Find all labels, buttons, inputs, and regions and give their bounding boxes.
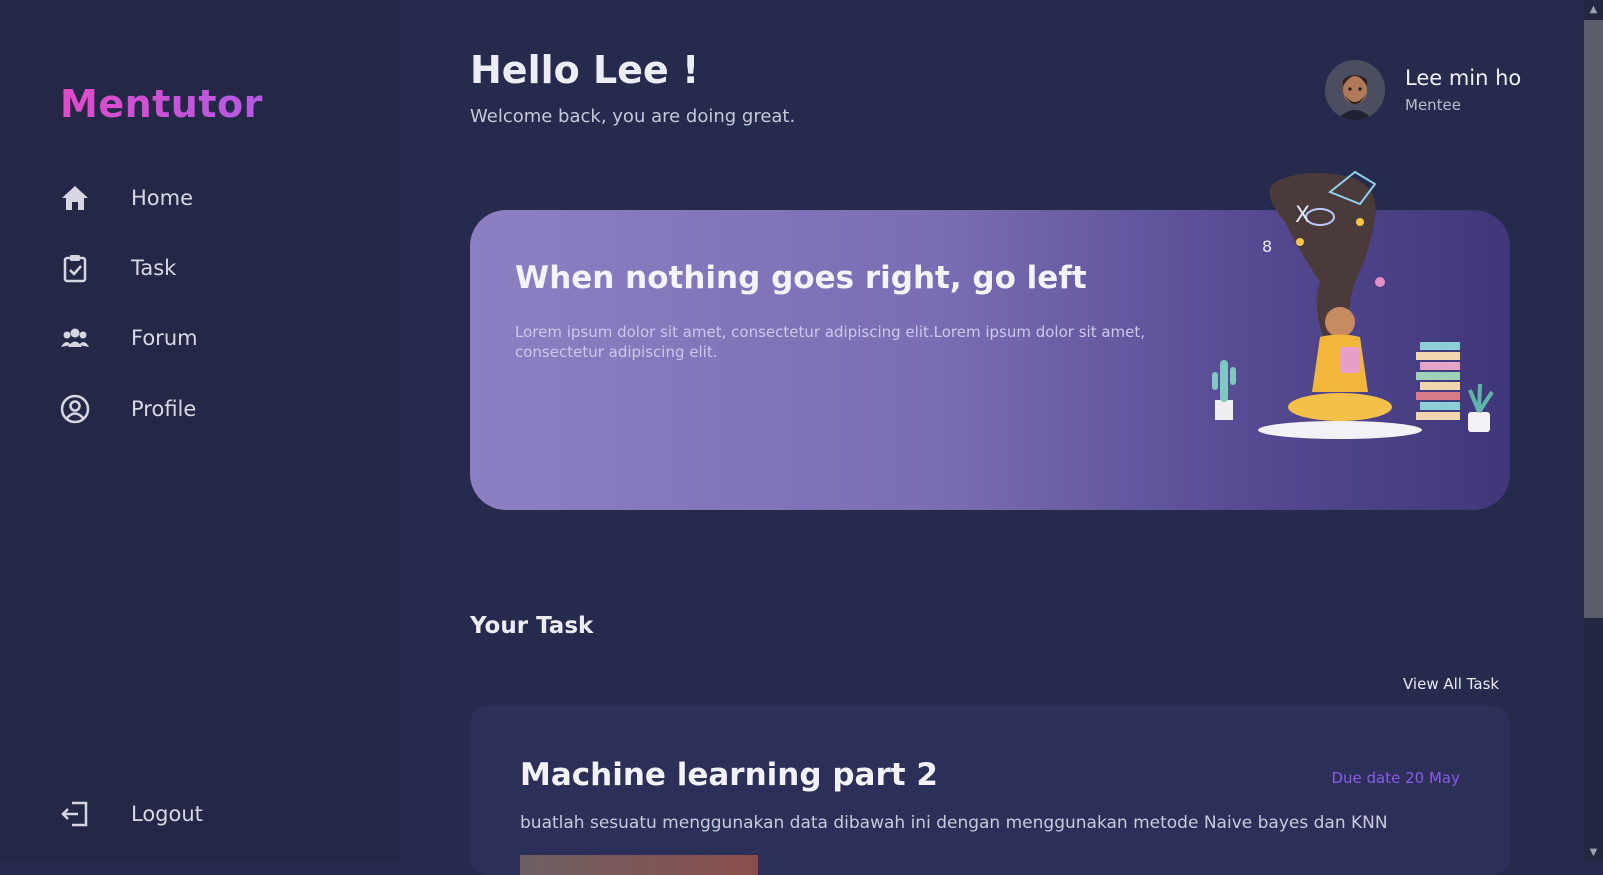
banner-title: When nothing goes right, go left — [515, 260, 1087, 296]
motivation-banner: When nothing goes right, go left Lorem i… — [470, 170, 1510, 510]
sidebar-item-task[interactable]: Task — [60, 250, 360, 286]
main-content: Hello Lee ! Welcome back, you are doing … — [400, 0, 1584, 875]
sidebar-item-label: Profile — [131, 397, 197, 421]
logout-icon — [60, 799, 90, 829]
users-icon — [60, 323, 90, 353]
user-profile[interactable]: Lee min ho Mentee — [1325, 60, 1525, 120]
sidebar-item-home[interactable]: Home — [60, 180, 360, 216]
user-role: Mentee — [1405, 96, 1462, 114]
sidebar-item-label: Forum — [131, 326, 198, 350]
sidebar-item-label: Task — [131, 256, 177, 280]
task-card[interactable]: Machine learning part 2 Due date 20 May … — [470, 705, 1510, 875]
scrollbar-thumb[interactable] — [1584, 20, 1603, 618]
task-due-date: Due date 20 May — [1331, 769, 1460, 787]
sidebar-item-forum[interactable]: Forum — [60, 320, 360, 356]
sidebar: Mentutor Home Task Forum Profile Logout — [0, 0, 400, 861]
avatar[interactable] — [1325, 60, 1385, 120]
meditation-illustration: X 8 — [1180, 162, 1510, 452]
banner-text: Lorem ipsum dolor sit amet, consectetur … — [515, 323, 1146, 361]
section-title: Your Task — [470, 613, 594, 639]
logout-button[interactable]: Logout — [60, 796, 360, 832]
page-subtitle: Welcome back, you are doing great. — [470, 106, 796, 127]
clipboard-check-icon — [60, 253, 90, 283]
view-all-task-link[interactable]: View All Task — [1403, 675, 1499, 693]
scroll-down-arrow-icon[interactable]: ▼ — [1584, 843, 1603, 861]
home-icon — [60, 183, 90, 213]
task-image — [520, 855, 758, 875]
task-description: buatlah sesuatu menggunakan data dibawah… — [520, 813, 1388, 833]
scroll-up-arrow-icon[interactable]: ▲ — [1584, 0, 1603, 18]
svg-text:X: X — [1295, 203, 1310, 228]
sidebar-item-profile[interactable]: Profile — [60, 391, 360, 427]
svg-text:8: 8 — [1262, 237, 1272, 256]
page-title: Hello Lee ! — [470, 48, 700, 92]
scrollbar[interactable]: ▲ ▼ — [1584, 0, 1603, 861]
sidebar-item-label: Home — [131, 186, 194, 210]
user-name: Lee min ho — [1405, 66, 1522, 90]
brand-logo[interactable]: Mentutor — [60, 82, 263, 126]
user-circle-icon — [60, 394, 90, 424]
logout-label: Logout — [131, 802, 203, 826]
task-title: Machine learning part 2 — [520, 757, 938, 793]
